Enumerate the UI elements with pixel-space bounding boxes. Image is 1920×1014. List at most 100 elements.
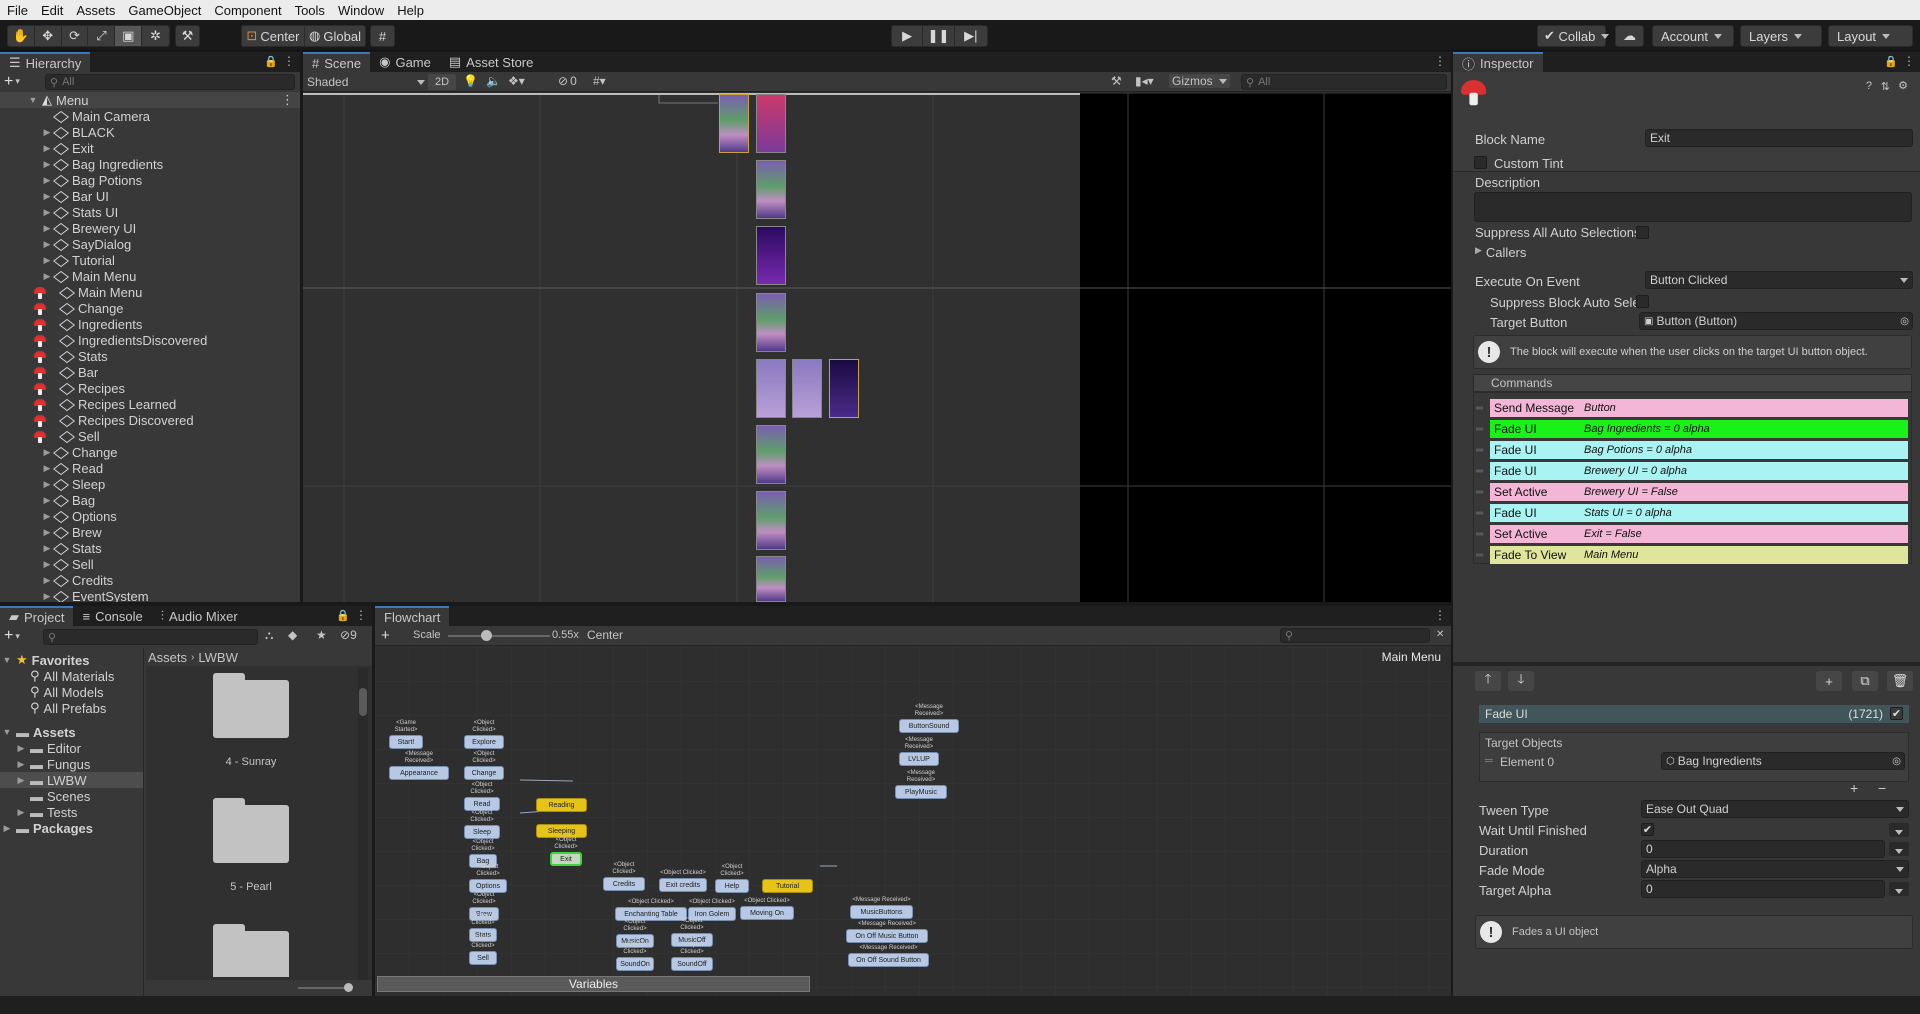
kebab-menu-icon[interactable]: ⋮ xyxy=(1434,608,1446,622)
hierarchy-item[interactable]: ▶ Read xyxy=(0,460,300,476)
flowchart-block[interactable]: Sell xyxy=(469,951,497,965)
folder-row[interactable]: ▶ ▬ Tests xyxy=(0,804,143,820)
menu-file[interactable]: File xyxy=(0,3,34,18)
flowchart-block[interactable]: Moving On xyxy=(740,906,794,920)
shading-dropdown[interactable]: Shaded xyxy=(307,74,425,90)
sprite-card[interactable] xyxy=(756,293,786,352)
expand-arrow-icon[interactable]: ▶ xyxy=(42,495,52,506)
flowchart-search-input[interactable]: ⚲ xyxy=(1280,628,1430,643)
flowchart-block[interactable]: On Off Sound Button xyxy=(848,953,929,967)
hierarchy-item[interactable]: ▶ Bag Ingredients xyxy=(0,156,300,172)
hierarchy-item[interactable]: IngredientsDiscovered xyxy=(0,332,300,348)
move-up-icon[interactable]: 🡑 xyxy=(1475,671,1501,691)
drag-handle-icon[interactable]: ═ xyxy=(1476,508,1483,519)
duration-variable-dropdown[interactable] xyxy=(1889,842,1909,856)
expand-arrow-icon[interactable]: ▶ xyxy=(16,775,26,786)
project-search-input[interactable]: ⚲ xyxy=(43,629,258,645)
filter-type-icon[interactable]: ⛬ xyxy=(265,628,273,643)
hierarchy-item[interactable]: ▶ SayDialog xyxy=(0,236,300,252)
sprite-card[interactable] xyxy=(756,226,786,285)
inspector-splitter[interactable] xyxy=(1453,662,1920,666)
move-down-icon[interactable]: 🡓 xyxy=(1508,671,1534,691)
scene-viewport[interactable] xyxy=(303,93,1451,602)
hierarchy-item[interactable]: ▶ Brewery UI xyxy=(0,220,300,236)
sprite-card[interactable] xyxy=(756,491,786,550)
expand-arrow-icon[interactable]: ▶ xyxy=(42,527,52,538)
flowchart-block[interactable]: Appearance xyxy=(389,766,449,780)
drag-handle-icon[interactable]: ═ xyxy=(1485,755,1493,767)
flowchart-block[interactable]: Tutorial xyxy=(762,879,813,893)
tab-asset-store[interactable]: ▤ Asset Store xyxy=(440,52,543,72)
hierarchy-item[interactable]: Main Camera xyxy=(0,108,300,124)
expand-arrow-icon[interactable]: ▶ xyxy=(42,271,52,282)
sprite-card[interactable] xyxy=(756,160,786,219)
menu-edit[interactable]: Edit xyxy=(34,3,69,18)
assets-scrollbar[interactable] xyxy=(358,668,368,980)
delete-icon[interactable]: 🗑 xyxy=(1887,671,1913,691)
favorite-item[interactable]: ⚲ All Models xyxy=(0,684,143,700)
flowchart-block[interactable]: Exit xyxy=(550,852,582,866)
pivot-center-button[interactable]: ⊡ Center xyxy=(242,26,305,46)
zoom-slider-thumb[interactable] xyxy=(344,983,353,992)
flowchart-block[interactable]: Read xyxy=(464,797,500,811)
scale-slider-track[interactable] xyxy=(448,635,550,637)
flowchart-block[interactable]: SoundOn xyxy=(616,957,654,971)
folder-thumbnail-icon[interactable] xyxy=(213,798,289,863)
hierarchy-item[interactable]: ▶ Exit xyxy=(0,140,300,156)
drag-handle-icon[interactable]: ═ xyxy=(1476,445,1483,456)
expand-arrow-icon[interactable]: ▶ xyxy=(42,463,52,474)
hierarchy-item[interactable]: ▶ BLACK xyxy=(0,124,300,140)
menu-assets[interactable]: Assets xyxy=(69,3,121,18)
breadcrumb-item[interactable]: LWBW xyxy=(198,650,237,665)
step-icon[interactable]: ▶| xyxy=(955,26,987,46)
scale-tool-icon[interactable]: ⤢ xyxy=(88,26,116,46)
expand-arrow-icon[interactable]: ▶ xyxy=(16,759,26,770)
lighting-icon[interactable]: 💡 xyxy=(463,74,478,88)
tab-project[interactable]: ▰ Project xyxy=(0,606,74,626)
flowchart-block[interactable]: LVLUP xyxy=(899,752,939,766)
pause-icon[interactable]: ❚❚ xyxy=(923,26,955,46)
hierarchy-item[interactable]: ▶ Tutorial xyxy=(0,252,300,268)
favorite-star-icon[interactable]: ★ xyxy=(316,628,327,642)
expand-arrow-icon[interactable]: ▶ xyxy=(42,575,52,586)
suppress-block-checkbox[interactable] xyxy=(1636,295,1649,308)
tab-console[interactable]: ≡ Console xyxy=(73,606,151,626)
collab-dropdown[interactable]: ✔ Collab xyxy=(1537,25,1606,47)
kebab-menu-icon[interactable]: ⋮ xyxy=(1903,54,1915,68)
expand-arrow-icon[interactable]: ▶ xyxy=(42,175,52,186)
hierarchy-item[interactable]: Recipes xyxy=(0,380,300,396)
2d-toggle[interactable]: 2D xyxy=(428,74,456,90)
flowchart-block[interactable]: ButtonSound xyxy=(899,719,959,733)
drag-handle-icon[interactable]: ═ xyxy=(1476,487,1483,498)
hierarchy-item[interactable]: Ingredients xyxy=(0,316,300,332)
folder-row[interactable]: ▶ ▬ Editor xyxy=(0,740,143,756)
hierarchy-item[interactable]: Recipes Learned xyxy=(0,396,300,412)
element-0-field[interactable]: ⬡ Bag Ingredients ◎ xyxy=(1661,752,1905,770)
expand-arrow-icon[interactable]: ▶ xyxy=(42,143,52,154)
menu-gameobject[interactable]: GameObject xyxy=(121,3,207,18)
wait-variable-dropdown[interactable] xyxy=(1889,823,1909,837)
rect-tool-icon[interactable]: ▣ xyxy=(115,26,143,46)
favorite-item[interactable]: ⚲ All Prefabs xyxy=(0,700,143,716)
scrollbar-thumb[interactable] xyxy=(359,688,367,716)
command-row[interactable]: ═ Fade UI Brewery UI = 0 alpha xyxy=(1476,462,1908,480)
tab-hierarchy[interactable]: ☰ Hierarchy xyxy=(0,52,91,72)
drag-handle-icon[interactable]: ═ xyxy=(1476,466,1483,477)
expand-arrow-icon[interactable]: ▶ xyxy=(42,207,52,218)
camera-icon[interactable]: ▮◂▾ xyxy=(1135,74,1154,88)
target-alpha-input[interactable]: 0 xyxy=(1641,880,1885,898)
callers-foldout[interactable]: ▶ Callers xyxy=(1475,245,1526,260)
hierarchy-item[interactable]: ▶ Main Menu xyxy=(0,268,300,284)
flowchart-block[interactable]: Reading xyxy=(536,798,587,812)
flowchart-block[interactable]: Credits xyxy=(603,877,645,891)
duration-input[interactable]: 0 xyxy=(1641,840,1885,858)
scene-kebab-icon[interactable]: ⋮ xyxy=(281,92,294,108)
play-icon[interactable]: ▶ xyxy=(892,26,924,46)
sprite-card[interactable] xyxy=(756,425,786,484)
grid-icon[interactable]: #▾ xyxy=(593,74,606,88)
sprite-card[interactable] xyxy=(756,94,786,153)
expand-arrow-icon[interactable]: ▶ xyxy=(16,743,26,754)
flowchart-block[interactable]: Sleeping xyxy=(536,824,587,838)
expand-arrow-icon[interactable]: ▼ xyxy=(2,727,12,737)
layers-dropdown[interactable]: Layers xyxy=(1740,25,1822,47)
